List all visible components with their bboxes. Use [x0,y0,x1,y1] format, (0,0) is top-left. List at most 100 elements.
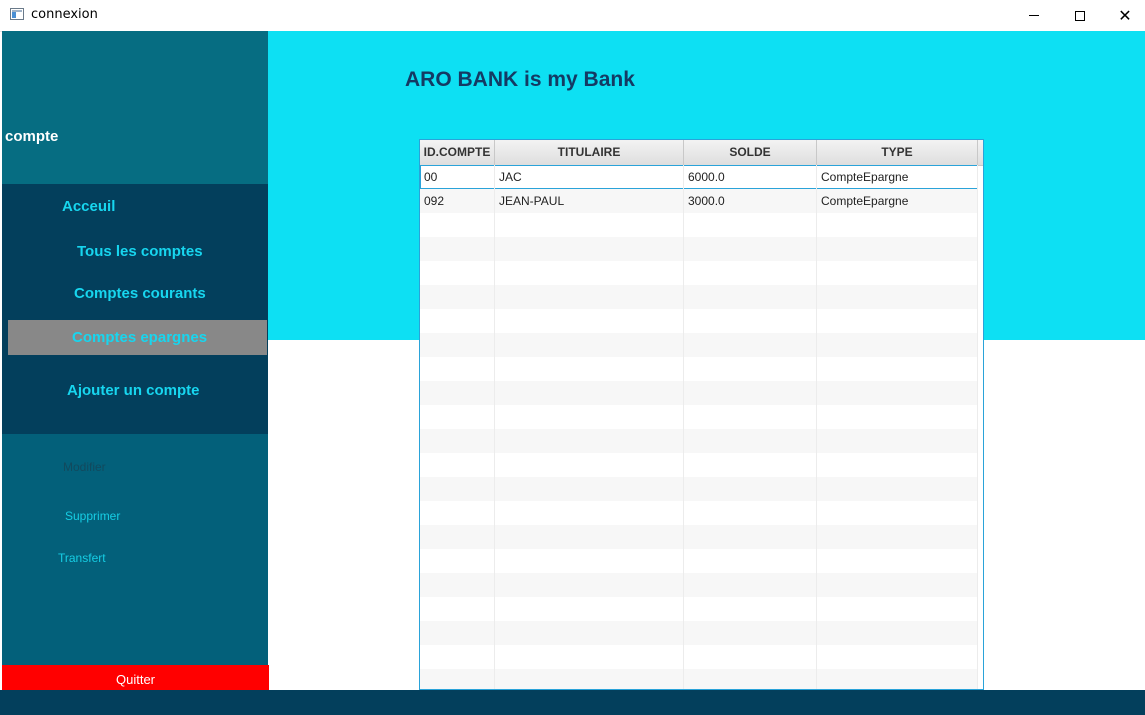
table-cell [817,669,978,689]
nav-item-comptes-epargnes[interactable]: Comptes epargnes [8,320,267,355]
table-cell [684,477,817,501]
table-cell [817,213,978,237]
table-row[interactable]: 092 JEAN-PAUL 3000.0 CompteEpargne [420,189,978,213]
empty-table-row[interactable] [420,357,978,381]
column-header-solde[interactable]: SOLDE [684,140,817,165]
column-header-titulaire[interactable]: TITULAIRE [495,140,684,165]
quit-button[interactable]: Quitter [2,665,269,690]
table-cell [420,501,495,525]
page-title: ARO BANK is my Bank [405,68,635,91]
table-cell [817,405,978,429]
table-cell [684,333,817,357]
table-cell [495,573,684,597]
maximize-button[interactable] [1057,0,1103,31]
app-icon [10,8,24,20]
empty-table-row[interactable] [420,573,978,597]
table-cell [684,309,817,333]
table-row[interactable]: 00 JAC 6000.0 CompteEpargne [420,165,978,189]
table-cell [420,285,495,309]
empty-table-row[interactable] [420,477,978,501]
table-cell [817,381,978,405]
table-cell [495,213,684,237]
empty-table-row[interactable] [420,429,978,453]
table-cell [817,453,978,477]
empty-table-row[interactable] [420,645,978,669]
table-cell [495,381,684,405]
nav-item-tous-les-comptes[interactable]: Tous les comptes [77,243,203,260]
nav-item-ajouter-un-compte[interactable]: Ajouter un compte [67,382,200,399]
table-cell [420,597,495,621]
window-title: connexion [31,7,98,22]
empty-table-row[interactable] [420,501,978,525]
close-icon: ✕ [1118,5,1132,25]
table-cell [684,501,817,525]
table-cell [420,477,495,501]
table-cell [684,621,817,645]
nav-item-comptes-courants[interactable]: Comptes courants [74,285,206,302]
empty-table-row[interactable] [420,309,978,333]
table-cell [817,357,978,381]
column-header-id-compte[interactable]: ID.COMPTE [420,140,495,165]
table-cell [817,525,978,549]
table-cell [495,525,684,549]
table-cell: 00 [420,165,495,189]
table-body: 00 JAC 6000.0 CompteEpargne 092 JEAN-PAUL 3000… [420,165,983,689]
sidebar-nav: Acceuil Tous les comptes Comptes courant… [2,184,268,434]
table-cell [817,573,978,597]
table-cell [684,549,817,573]
empty-table-row[interactable] [420,405,978,429]
modifier-button[interactable]: Modifier [63,460,106,474]
empty-table-row[interactable] [420,669,978,689]
table-cell [420,525,495,549]
nav-item-accueil[interactable]: Acceuil [62,198,115,215]
close-button[interactable]: ✕ [1102,0,1145,31]
table-cell [684,285,817,309]
table-cell: 092 [420,189,495,213]
table-cell [420,453,495,477]
column-header-type[interactable]: TYPE [817,140,978,165]
empty-table-row[interactable] [420,525,978,549]
empty-table-row[interactable] [420,213,978,237]
table-cell [495,285,684,309]
table-cell [495,405,684,429]
table-cell [420,669,495,689]
table-cell [420,405,495,429]
empty-table-row[interactable] [420,333,978,357]
empty-table-row[interactable] [420,237,978,261]
table-cell [420,645,495,669]
nav-item-label: Comptes epargnes [72,329,208,346]
title-bar: connexion ✕ [0,0,1145,32]
empty-table-row[interactable] [420,597,978,621]
table-cell [495,309,684,333]
minimize-button[interactable] [1011,0,1057,31]
table-cell [684,213,817,237]
empty-table-row[interactable] [420,285,978,309]
table-cell [495,621,684,645]
supprimer-button[interactable]: Supprimer [65,509,120,523]
table-cell [817,549,978,573]
empty-table-row[interactable] [420,549,978,573]
table-cell [684,405,817,429]
table-cell [684,525,817,549]
table-cell [420,357,495,381]
table-cell [495,429,684,453]
maximize-icon [1075,10,1085,21]
table-cell [817,477,978,501]
table-cell [817,285,978,309]
table-cell [420,621,495,645]
transfert-button[interactable]: Transfert [58,551,106,565]
sidebar-heading: compte [5,128,59,145]
table-cell [684,669,817,689]
empty-table-row[interactable] [420,621,978,645]
table-cell [817,429,978,453]
table-cell [684,429,817,453]
empty-table-row[interactable] [420,261,978,285]
empty-table-row[interactable] [420,453,978,477]
empty-table-row[interactable] [420,381,978,405]
table-cell [420,213,495,237]
table-cell [817,333,978,357]
table-header: ID.COMPTE TITULAIRE SOLDE TYPE [420,140,983,166]
table-cell: CompteEpargne [817,189,978,213]
table-cell [495,549,684,573]
table-cell [495,597,684,621]
